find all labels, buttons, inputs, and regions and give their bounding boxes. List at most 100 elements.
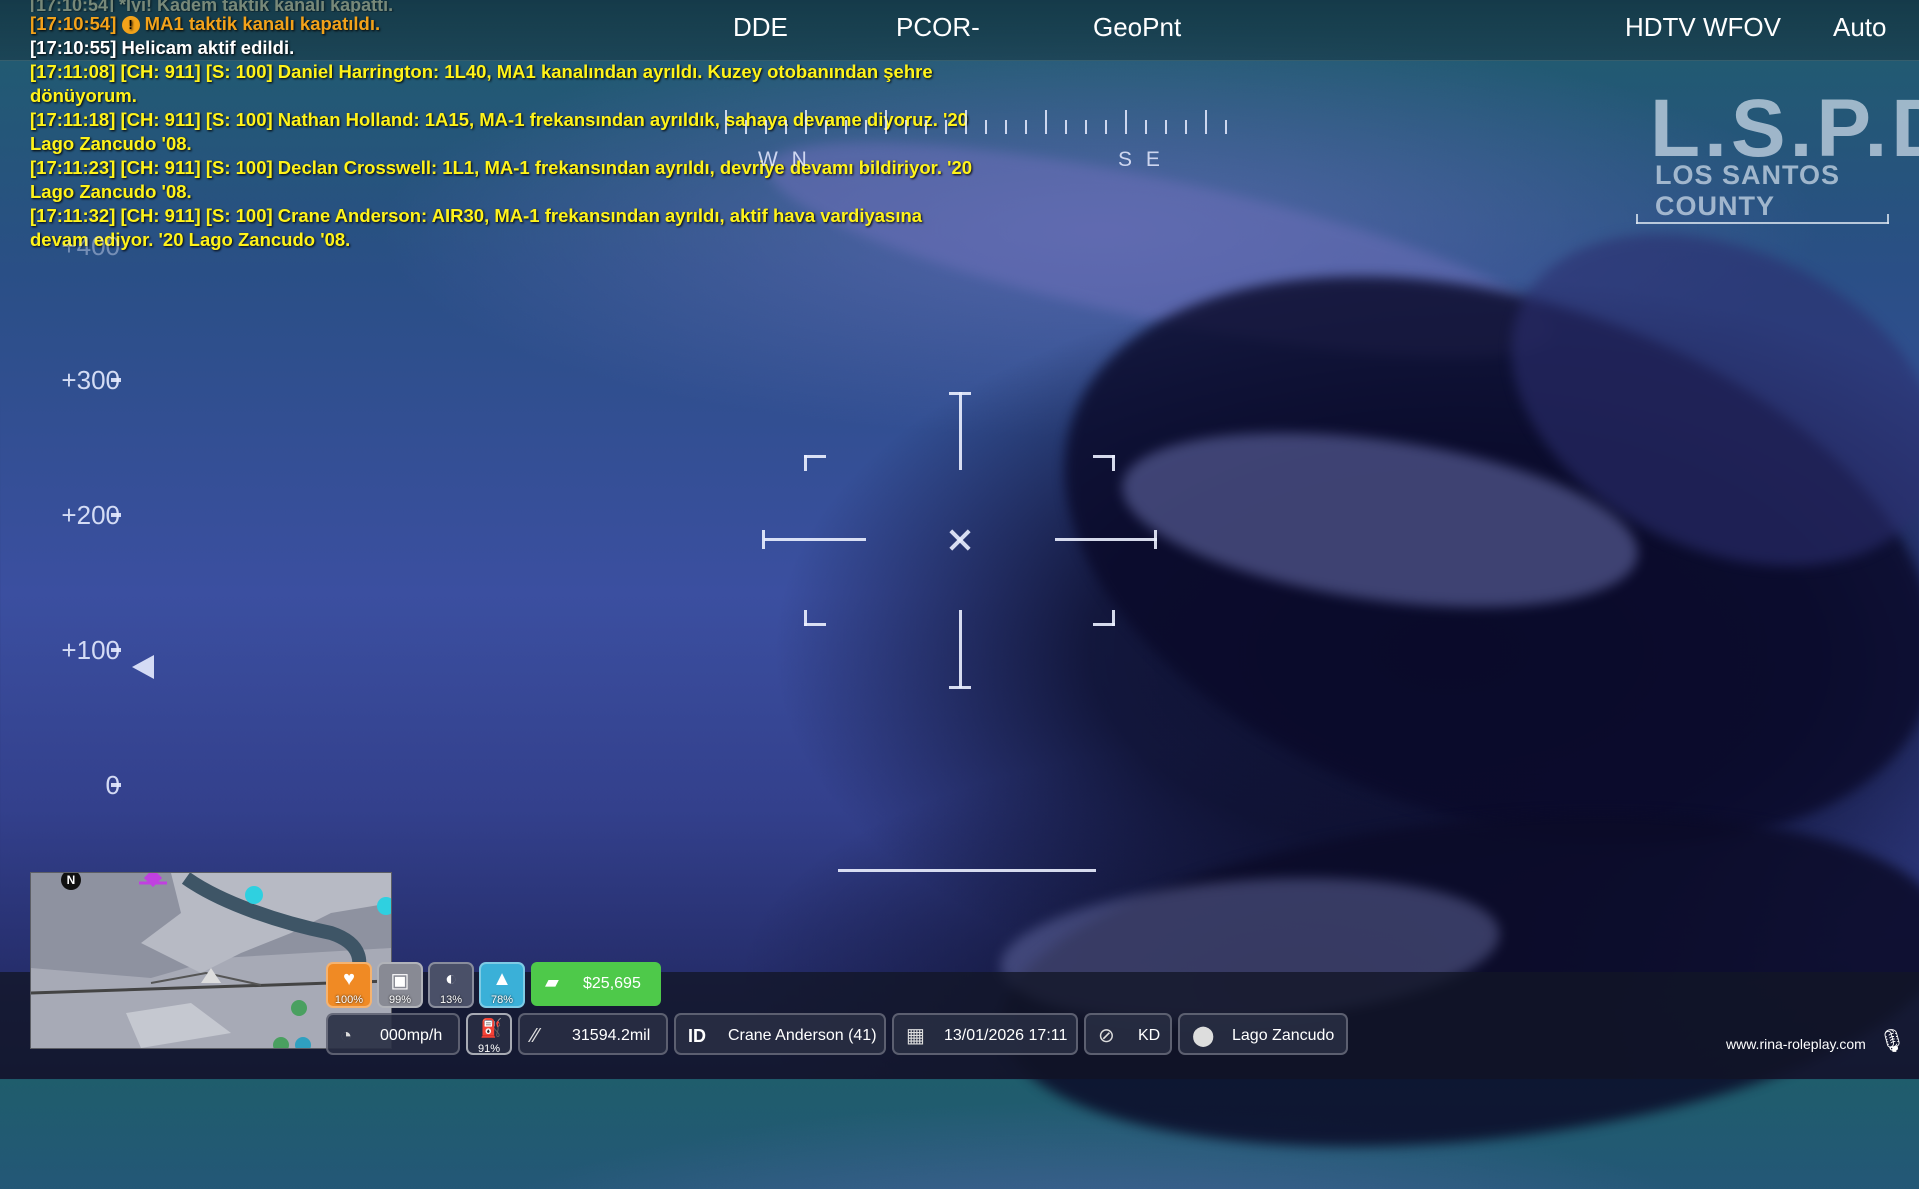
mode-hdtv-wfov: HDTV WFOV [1625, 12, 1781, 42]
website-watermark: www.rina-roleplay.com [1726, 1036, 1866, 1052]
reticle-line [959, 392, 962, 470]
road-icon: ⁄⁄ [532, 1025, 539, 1047]
compass-tick [905, 120, 907, 134]
fuel-value: 91% [477, 1043, 501, 1055]
chat-timestamp: [17:11:23] [30, 157, 116, 178]
armor-status: ▣ 99% [377, 962, 423, 1008]
altitude-label: +400 [61, 231, 120, 261]
location-pill: ⬤ Lago Zancudo [1178, 1013, 1348, 1055]
compass-tick [1105, 120, 1107, 134]
speedometer-icon: ◔ [340, 1025, 353, 1047]
cash-value: $25,695 [583, 975, 641, 992]
player-id-pill: ID Crane Anderson (41) [674, 1013, 886, 1055]
altitude-indicator-arrow-icon [132, 655, 154, 679]
chat-timestamp: [17:11:08] [30, 61, 116, 82]
hunger-value: 13% [439, 994, 463, 1006]
armor-vest-icon: ▣ [390, 970, 410, 992]
altitude-label: +100 [61, 635, 120, 665]
compass-tick [1005, 120, 1007, 134]
player-name: Crane Anderson (41) [728, 1027, 877, 1044]
zoom-scale-bar [1636, 214, 1889, 224]
fuel-pill: ⛽ 91% [466, 1013, 512, 1055]
direction-pill: ⊘ KD [1084, 1013, 1172, 1055]
mode-geopnt: GeoPnt [1093, 12, 1182, 42]
compass-tick [745, 120, 747, 134]
speed-pill: ◔ 000mp/h [326, 1013, 460, 1055]
wallet-icon: ▰ [545, 972, 559, 992]
location-value: Lago Zancudo [1232, 1027, 1335, 1044]
hunger-status: ◐ 13% [428, 962, 474, 1008]
reticle-corner [804, 455, 807, 471]
lspd-logo-subtitle: LOS SANTOS COUNTY [1655, 160, 1841, 221]
reticle-line [949, 392, 971, 395]
altitude-tick [111, 648, 121, 652]
armor-value: 99% [388, 994, 412, 1006]
compass-tick [1125, 110, 1127, 134]
reticle-line [764, 538, 866, 541]
speed-value: 000mp/h [380, 1027, 443, 1044]
reticle-corner [1112, 610, 1115, 626]
chat-text: MA1 taktik kanalı kapatıldı. [144, 13, 381, 34]
chat-timestamp: [17:11:18] [30, 109, 116, 130]
chat-timestamp: [17:10:54] [30, 13, 117, 34]
chat-line: [17:11:23] [CH: 911] [S: 100] Declan Cro… [30, 156, 980, 204]
reticle-line [1154, 530, 1157, 549]
chat-line: [17:11:32] [CH: 911] [S: 100] Crane Ande… [30, 204, 980, 252]
compass-label-wn: W N [758, 148, 811, 171]
altitude-tick [111, 783, 121, 787]
altitude-label: +300 [61, 365, 120, 395]
compass-tick [965, 110, 967, 134]
compass-tick [985, 120, 987, 134]
compass-label-se: S E [1118, 148, 1164, 171]
reticle-line [949, 686, 971, 689]
reticle-corner [804, 623, 826, 626]
reticle-corner [804, 610, 807, 626]
location-pin-icon: ⬤ [1192, 1025, 1215, 1047]
reticle-line [959, 610, 962, 688]
chat-text: [CH: 911] [S: 100] Daniel Harrington: 1L… [30, 61, 933, 106]
odometer-pill: ⁄⁄ 31594.2mil [518, 1013, 668, 1055]
reticle-line [762, 530, 765, 549]
compass-tick [865, 120, 867, 134]
compass-tick [825, 120, 827, 134]
compass-tick [1185, 120, 1187, 134]
heart-icon: ♥ [343, 968, 355, 990]
id-icon: ID [688, 1026, 706, 1046]
compass-tick [1045, 110, 1047, 134]
compass-tick [1145, 120, 1147, 134]
reticle-corner [1112, 455, 1115, 471]
compass-tick [885, 110, 887, 134]
compass-tick [845, 120, 847, 134]
compass-tick [945, 120, 947, 134]
warning-icon: ! [121, 16, 140, 34]
compass-tick [1065, 120, 1067, 134]
chat-timestamp: [17:10:55] [30, 37, 117, 58]
thirst-value: 78% [490, 994, 514, 1006]
compass-tick [805, 110, 807, 134]
water-bottle-icon: ▲ [492, 968, 512, 990]
compass-tick [1225, 120, 1227, 134]
reticle-corner [804, 455, 826, 458]
altitude-label: 0 [30, 770, 120, 801]
chat-line-faded: [17:10:54] *Iyi! Kadem taktik kanali kap… [30, 0, 394, 12]
chat-line: [17:11:08] [CH: 911] [S: 100] Daniel Har… [30, 60, 980, 108]
microphone-icon: 🎙 [1878, 1028, 1906, 1053]
compass-icon: ⊘ [1098, 1025, 1115, 1047]
health-status: ♥ 100% [326, 962, 372, 1008]
horizon-line [838, 869, 1096, 872]
reticle-line [1055, 538, 1157, 541]
chat-line: [17:10:54] ! MA1 taktik kanalı kapatıldı… [30, 12, 980, 36]
datetime-value: 13/01/2026 17:11 [944, 1027, 1068, 1044]
heading-compass [725, 108, 1235, 134]
direction-value: KD [1138, 1027, 1161, 1044]
chat-text: Helicam aktif edildi. [121, 37, 295, 58]
compass-tick [1085, 120, 1087, 134]
cash-badge: ▰ $25,695 [531, 962, 661, 1006]
altitude-tick [111, 378, 121, 382]
altitude-tick [111, 513, 121, 517]
compass-tick [785, 120, 787, 134]
odometer-value: 31594.2mil [572, 1027, 651, 1044]
chat-text: [CH: 911] [S: 100] Declan Crosswell: 1L1… [30, 157, 973, 202]
drumstick-icon: ◐ [444, 968, 458, 990]
compass-tick [1025, 120, 1027, 134]
